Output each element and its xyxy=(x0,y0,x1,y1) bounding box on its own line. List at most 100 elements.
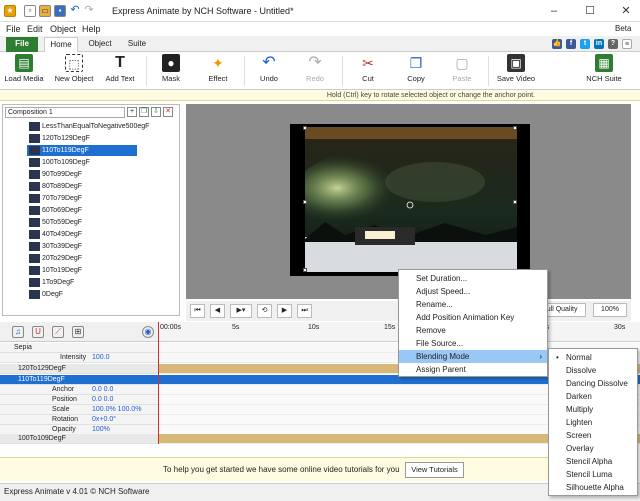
property-row[interactable]: Scale 100.0% 100.0% xyxy=(0,405,640,415)
context-menu-item[interactable]: Add Position Animation Key xyxy=(399,311,547,324)
context-menu-item[interactable]: Remove xyxy=(399,324,547,337)
context-menu-item[interactable]: Blending Mode › xyxy=(399,350,547,363)
resize-handle[interactable] xyxy=(303,268,307,272)
help-icon[interactable]: ? xyxy=(608,39,618,49)
zoom-select[interactable]: 100% xyxy=(593,303,627,317)
blend-mode-item[interactable]: Stencil Alpha xyxy=(549,455,637,468)
effect-button[interactable]: ✦ Effect xyxy=(200,54,236,88)
cut-button[interactable]: ✂ Cut xyxy=(350,54,386,88)
open-folder-icon[interactable]: ▭ xyxy=(39,5,51,17)
magnet-icon[interactable]: U xyxy=(32,326,44,338)
layer-item[interactable]: 110To119DegF xyxy=(27,145,137,156)
import-icon[interactable]: ⇩ xyxy=(151,107,161,117)
context-menu-item[interactable]: File Source... xyxy=(399,337,547,350)
paste-button[interactable]: ▢ Paste xyxy=(444,54,480,88)
linkedin-icon[interactable]: in xyxy=(594,39,604,49)
menu-object[interactable]: Object xyxy=(50,24,76,34)
mask-button[interactable]: ● Mask xyxy=(154,54,188,88)
add-text-button[interactable]: T Add Text xyxy=(100,54,140,88)
video-frame[interactable] xyxy=(305,127,517,272)
layer-item[interactable]: 80To89DegF xyxy=(27,181,137,192)
view-tutorials-button[interactable]: View Tutorials xyxy=(405,462,464,478)
new-file-icon[interactable]: ▫ xyxy=(24,5,36,17)
layer-item[interactable]: 0DegF xyxy=(27,289,137,300)
facebook-icon[interactable]: f xyxy=(566,39,576,49)
menu-edit[interactable]: Edit xyxy=(27,24,43,34)
maximize-button[interactable]: ☐ xyxy=(578,3,602,19)
layer-item[interactable]: 70To79DegF xyxy=(27,193,137,204)
context-menu-item[interactable]: Rename... xyxy=(399,298,547,311)
resize-handle[interactable] xyxy=(303,126,307,130)
blend-mode-item[interactable]: Dancing Dissolve xyxy=(549,377,637,390)
property-value[interactable]: 0.0 0.0 xyxy=(92,385,113,395)
property-value[interactable]: 100.0% 100.0% xyxy=(92,405,141,415)
play-icon[interactable]: ▶▾ xyxy=(230,304,252,318)
timeline-options-icon[interactable]: ◉ xyxy=(142,326,154,338)
menu-file[interactable]: File xyxy=(6,24,21,34)
intensity-value[interactable]: 100.0 xyxy=(92,353,110,363)
layer-item[interactable]: 120To129DegF xyxy=(27,133,137,144)
property-row[interactable]: Position 0.0 0.0 xyxy=(0,395,640,405)
layer-item[interactable]: 100To109DegF xyxy=(27,157,137,168)
copy-button[interactable]: ❐ Copy xyxy=(398,54,434,88)
property-row[interactable]: Anchor 0.0 0.0 xyxy=(0,385,640,395)
layer-item[interactable]: 90To99DegF xyxy=(27,169,137,180)
menu-help[interactable]: Help xyxy=(82,24,101,34)
tab-object[interactable]: Object xyxy=(84,37,116,52)
resize-handle[interactable] xyxy=(303,200,307,204)
blend-mode-item[interactable]: Silhouette Alpha xyxy=(549,481,637,494)
context-menu-item[interactable]: Adjust Speed... xyxy=(399,285,547,298)
layer-item[interactable]: 1To9DegF xyxy=(27,277,137,288)
blend-mode-item[interactable]: Darken xyxy=(549,390,637,403)
context-menu-item[interactable]: Set Duration... xyxy=(399,272,547,285)
loop-icon[interactable]: ⟲ xyxy=(257,304,272,318)
load-media-button[interactable]: ▤ Load Media xyxy=(4,54,44,88)
context-menu-item[interactable]: Assign Parent xyxy=(399,363,547,376)
tab-file[interactable]: File xyxy=(6,37,38,52)
keyframe-icon[interactable]: ⊞ xyxy=(72,326,84,338)
minimize-button[interactable]: – xyxy=(542,3,566,19)
property-value[interactable]: 0.0 0.0 xyxy=(92,395,113,405)
undo-button[interactable]: ↶ Undo xyxy=(252,54,286,88)
tab-home[interactable]: Home xyxy=(44,37,78,52)
layer-item[interactable]: 20To29DegF xyxy=(27,253,137,264)
music-icon[interactable]: ♫ xyxy=(12,326,24,338)
duplicate-icon[interactable]: ❐ xyxy=(139,107,149,117)
track-row[interactable]: 100To109DegF xyxy=(0,434,640,444)
blend-mode-item[interactable]: Screen xyxy=(549,429,637,442)
blend-mode-item[interactable]: • Normal xyxy=(549,351,637,364)
property-value[interactable]: 0x+0.0° xyxy=(92,415,116,425)
layer-item[interactable]: 10To19DegF xyxy=(27,265,137,276)
blend-mode-item[interactable]: Multiply xyxy=(549,403,637,416)
blend-mode-item[interactable]: Lighten xyxy=(549,416,637,429)
save-icon[interactable]: ▪ xyxy=(54,5,66,17)
layer-item[interactable]: 40To49DegF xyxy=(27,229,137,240)
property-row[interactable]: Rotation 0x+0.0° xyxy=(0,415,640,425)
curve-icon[interactable]: ⟋ xyxy=(52,326,64,338)
blend-mode-item[interactable]: Dissolve xyxy=(549,364,637,377)
tab-suite[interactable]: Suite xyxy=(122,37,152,52)
layer-item[interactable]: 60To69DegF xyxy=(27,205,137,216)
playhead[interactable] xyxy=(158,322,159,444)
blend-mode-item[interactable]: Overlay xyxy=(549,442,637,455)
new-object-button[interactable]: ⬚ New Object xyxy=(52,54,96,88)
composition-title[interactable]: Composition 1 xyxy=(5,107,125,118)
thumbs-up-icon[interactable]: 👍 xyxy=(552,39,562,49)
resize-handle[interactable] xyxy=(513,200,517,204)
redo-quick-icon[interactable]: ↷ xyxy=(83,5,95,17)
step-forward-icon[interactable]: ▶ xyxy=(277,304,292,318)
go-to-end-icon[interactable]: ⏭ xyxy=(297,304,312,318)
redo-button[interactable]: ↷ Redo xyxy=(298,54,332,88)
add-layer-icon[interactable]: + xyxy=(127,107,137,117)
save-video-button[interactable]: ▣ Save Video xyxy=(494,54,538,88)
step-back-icon[interactable]: ◀ xyxy=(210,304,225,318)
menu-icon[interactable]: ≡ xyxy=(622,39,632,49)
blend-mode-item[interactable]: Stencil Luma xyxy=(549,468,637,481)
layer-item[interactable]: 30To39DegF xyxy=(27,241,137,252)
delete-icon[interactable]: ✕ xyxy=(163,107,173,117)
twitter-icon[interactable]: t xyxy=(580,39,590,49)
go-to-start-icon[interactable]: ⏮ xyxy=(190,304,205,318)
nch-suite-button[interactable]: ▦ NCH Suite xyxy=(584,54,624,88)
layer-item[interactable]: 50To59DegF xyxy=(27,217,137,228)
resize-handle[interactable] xyxy=(513,126,517,130)
